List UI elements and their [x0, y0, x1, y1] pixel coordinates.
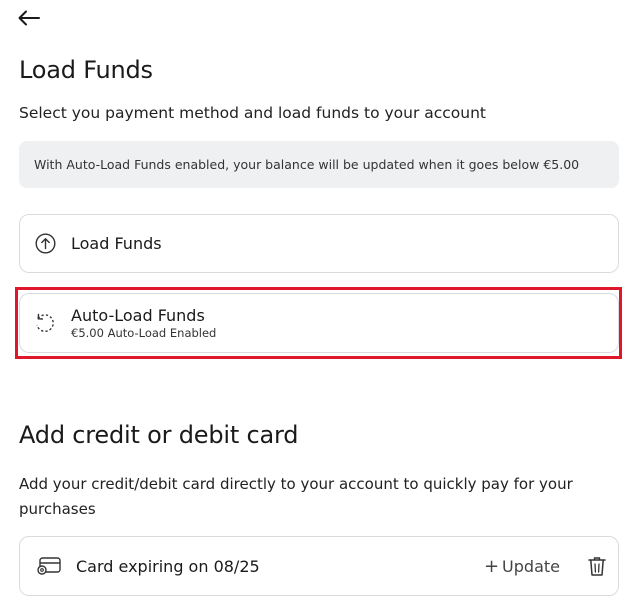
card-expiry-label: Card expiring on 08/25 [76, 556, 260, 576]
back-button[interactable] [17, 6, 41, 30]
plus-icon: + [483, 555, 500, 577]
load-funds-label: Load Funds [71, 234, 162, 253]
saved-card-row: Card expiring on 08/25 + Update [19, 536, 619, 596]
load-funds-option[interactable]: Load Funds [19, 214, 619, 273]
auto-load-text: Auto-Load Funds €5.00 Auto-Load Enabled [71, 306, 216, 340]
card-section-title: Add credit or debit card [19, 421, 299, 449]
update-card-button[interactable]: + Update [484, 556, 560, 577]
arrow-left-icon [18, 10, 40, 26]
update-label: Update [502, 556, 560, 576]
page-subtitle: Select you payment method and load funds… [19, 104, 487, 122]
auto-load-funds-label: Auto-Load Funds [71, 306, 205, 325]
card-section-description: Add your credit/debit card directly to y… [19, 475, 573, 518]
delete-card-button[interactable] [586, 554, 608, 578]
auto-load-status: €5.00 Auto-Load Enabled [71, 326, 217, 340]
page-title: Load Funds [19, 56, 153, 84]
page: Load Funds Select you payment method and… [0, 0, 636, 616]
credit-card-icon [35, 555, 63, 577]
refresh-dashed-icon [34, 312, 56, 334]
trash-icon [588, 557, 606, 576]
auto-load-info-box: With Auto-Load Funds enabled, your balan… [19, 141, 619, 188]
info-text: With Auto-Load Funds enabled, your balan… [34, 157, 580, 172]
auto-load-funds-option[interactable]: Auto-Load Funds €5.00 Auto-Load Enabled [19, 293, 619, 353]
arrow-up-circle-icon [34, 233, 56, 255]
